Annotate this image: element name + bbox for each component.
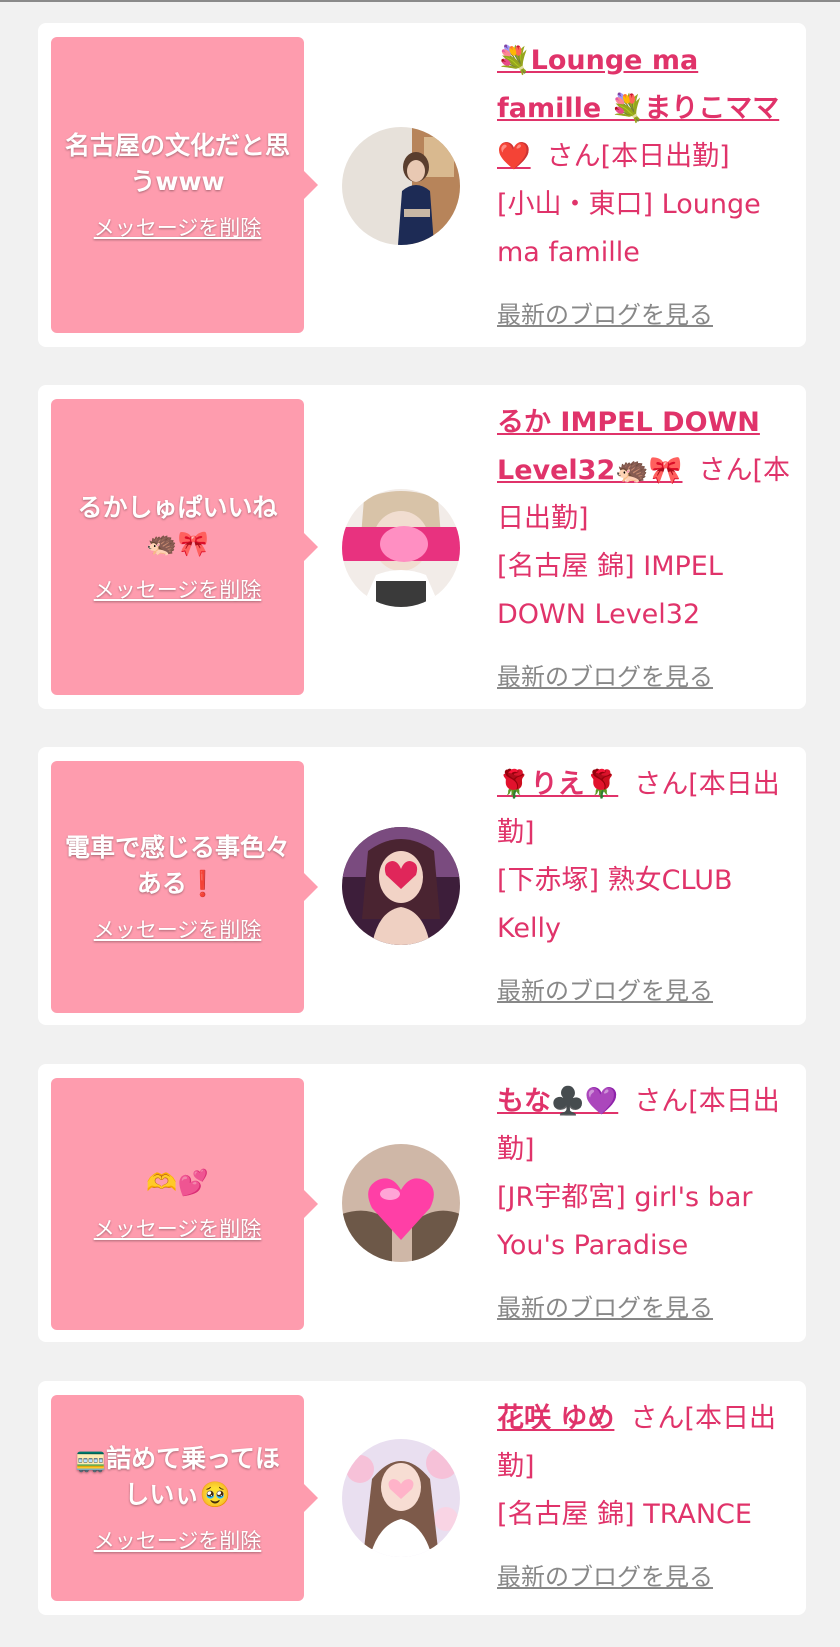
message-bubble: 電車で感じる事色々ある❗ メッセージを削除 (51, 761, 318, 1013)
message-text: るかしゅぱいいね 🦔🎀 (77, 490, 277, 562)
avatar[interactable] (342, 827, 460, 945)
shop-label: [名古屋 錦] TRANCE (497, 1499, 752, 1530)
latest-blog-link[interactable]: 最新のブログを見る (497, 1284, 713, 1332)
cast-name-link[interactable]: 🌹りえ🌹 (497, 769, 618, 800)
latest-blog-link[interactable]: 最新のブログを見る (497, 653, 713, 701)
avatar[interactable] (342, 127, 460, 245)
delete-message-link[interactable]: メッセージを削除 (94, 574, 262, 604)
shop-label: [下赤塚] 熟女CLUB Kelly (497, 865, 733, 944)
avatar-photo (342, 827, 460, 945)
message-body: 電車で感じる事色々ある (65, 833, 291, 898)
message-text: 🚃詰めて乗ってほしいぃ🥹 (65, 1441, 290, 1513)
message-bubble: 🫶💕 メッセージを削除 (51, 1078, 318, 1330)
avatar-photo (342, 489, 460, 607)
cast-name-link[interactable]: もな♣️💜 (497, 1086, 618, 1117)
shop-label: [名古屋 錦] IMPEL DOWN Level32 (497, 551, 723, 630)
message-emoji: 🫶💕 (146, 1168, 209, 1197)
avatar[interactable] (342, 489, 460, 607)
cast-info: 💐Lounge ma famille 💐まりこママ❤️ さん[本日出勤] [小山・… (497, 37, 791, 339)
avatar[interactable] (342, 1439, 460, 1557)
message-body: 名古屋の文化だと思うwww (65, 131, 291, 196)
delete-message-link[interactable]: メッセージを削除 (94, 212, 262, 242)
cast-info: 花咲 ゆめ さん[本日出勤] [名古屋 錦] TRANCE 最新のブログを見る (497, 1395, 791, 1601)
latest-blog-link[interactable]: 最新のブログを見る (497, 967, 713, 1015)
cast-info: 🌹りえ🌹 さん[本日出勤] [下赤塚] 熟女CLUB Kelly 最新のブログを見… (497, 761, 791, 1015)
cast-name-link[interactable]: 花咲 ゆめ (497, 1403, 614, 1434)
shop-label: [JR宇都宮] girl's bar You's Paradise (497, 1182, 753, 1261)
avatar-photo (342, 127, 460, 245)
delete-message-link[interactable]: メッセージを削除 (94, 914, 262, 944)
message-card: 名古屋の文化だと思うwww メッセージを削除 💐Lounge ma famill… (38, 23, 806, 347)
delete-message-link[interactable]: メッセージを削除 (94, 1525, 262, 1555)
message-bubble: 🚃詰めて乗ってほしいぃ🥹 メッセージを削除 (51, 1395, 318, 1601)
message-card: 電車で感じる事色々ある❗ メッセージを削除 🌹りえ🌹 さん[本日出勤] [下赤塚]… (38, 747, 806, 1025)
message-emoji: 🦔🎀 (146, 529, 209, 558)
message-card: 🫶💕 メッセージを削除 もな♣️💜 さん[本日出勤] [JR宇都宮] girl's… (38, 1064, 806, 1342)
message-card: 🚃詰めて乗ってほしいぃ🥹 メッセージを削除 花咲 ゆめ さん[本日出勤] [名古屋… (38, 1381, 806, 1615)
message-text: 名古屋の文化だと思うwww (65, 128, 290, 200)
avatar[interactable] (342, 1144, 460, 1262)
cast-status: さん[本日出勤] (546, 141, 730, 172)
avatar-photo (342, 1144, 460, 1262)
message-text: 🫶💕 (146, 1165, 208, 1201)
message-bubble: るかしゅぱいいね 🦔🎀 メッセージを削除 (51, 399, 318, 695)
message-card: るかしゅぱいいね 🦔🎀 メッセージを削除 るか IMPEL DOWN Level3… (38, 385, 806, 709)
cast-info: もな♣️💜 さん[本日出勤] [JR宇都宮] girl's bar You's P… (497, 1078, 791, 1332)
message-emoji: 🥹 (199, 1480, 231, 1509)
delete-message-link[interactable]: メッセージを削除 (94, 1213, 262, 1243)
latest-blog-link[interactable]: 最新のブログを見る (497, 1553, 713, 1601)
message-body: 🚃詰めて乗ってほしいぃ (75, 1444, 280, 1509)
message-body: るかしゅぱいいね (77, 493, 278, 522)
latest-blog-link[interactable]: 最新のブログを見る (497, 291, 713, 339)
top-divider (0, 0, 840, 2)
avatar-photo (342, 1439, 460, 1557)
message-bubble: 名古屋の文化だと思うwww メッセージを削除 (51, 37, 318, 333)
message-emoji: ❗ (186, 869, 219, 898)
cast-info: るか IMPEL DOWN Level32🦔🎀 さん[本日出勤] [名古屋 錦] … (497, 399, 791, 701)
shop-label: [小山・東口] Lounge ma famille (497, 189, 761, 268)
message-text: 電車で感じる事色々ある❗ (65, 830, 290, 902)
